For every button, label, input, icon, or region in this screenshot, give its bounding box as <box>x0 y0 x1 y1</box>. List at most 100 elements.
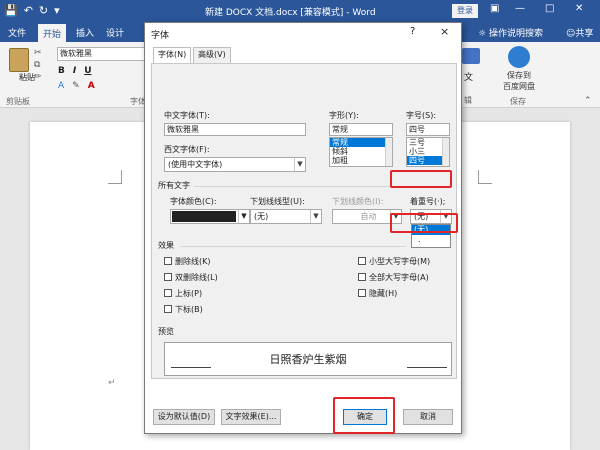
tab-insert[interactable]: 插入 <box>76 26 94 39</box>
undo-icon[interactable]: ↶ <box>24 3 33 19</box>
quick-access-toolbar: 💾 ↶ ↻ ▾ <box>4 3 60 19</box>
font-tab-panel: 中文字体(T): 微软雅黑 西文字体(F): (使用中文字体) ▼ 字形(Y):… <box>151 63 457 379</box>
cn-font-label: 中文字体(T): <box>164 111 210 120</box>
font-dialog: 字体 ? × 字体(N) 高级(V) 中文字体(T): 微软雅黑 西文字体(F)… <box>144 22 462 434</box>
divider <box>180 246 406 247</box>
size-listbox[interactable]: 三号 小三 四号 <box>406 137 450 167</box>
cut-icon[interactable]: ✂ <box>34 48 42 58</box>
tab-home[interactable]: 开始 <box>38 24 67 42</box>
superscript-checkbox[interactable]: 上标(P) <box>164 288 202 299</box>
underline-type-label: 下划线线型(U): <box>250 197 305 206</box>
clipboard-group-label: 剪贴板 <box>6 97 30 106</box>
chevron-down-icon: ▼ <box>440 210 451 223</box>
set-default-button[interactable]: 设为默认值(D) <box>153 409 215 425</box>
window-title: 新建 DOCX 文档.docx [兼容模式] - Word <box>205 8 376 18</box>
redo-icon[interactable]: ↻ <box>39 3 48 19</box>
copy-icon[interactable]: ⧉ <box>34 60 42 70</box>
highlight-icon[interactable]: ✎ <box>72 81 80 91</box>
emphasis-dropdown[interactable]: (无) ▼ <box>410 209 452 224</box>
style-label: 字形(Y): <box>329 111 359 120</box>
list-item[interactable]: 倾斜 <box>330 147 392 156</box>
all-caps-checkbox[interactable]: 全部大写字母(A) <box>358 272 429 283</box>
tab-file[interactable]: 文件 <box>8 26 26 39</box>
preview-section-label: 预览 <box>158 327 174 336</box>
close-window-icon[interactable]: ✕ <box>575 3 583 14</box>
underline-color-label: 下划线颜色(I): <box>332 197 384 206</box>
maximize-icon[interactable]: □ <box>545 3 554 14</box>
underline-icon[interactable]: U <box>84 66 91 76</box>
collapse-ribbon-icon[interactable]: ⌃ <box>584 96 592 106</box>
find-icon[interactable] <box>462 48 480 64</box>
style-listbox[interactable]: 常规 倾斜 加粗 <box>329 137 393 167</box>
cancel-button[interactable]: 取消 <box>403 409 453 425</box>
tab-design[interactable]: 设计 <box>106 26 124 39</box>
list-item[interactable]: . <box>412 235 450 245</box>
chevron-down-icon: ▼ <box>310 210 321 223</box>
size-label: 字号(S): <box>406 111 437 120</box>
clipboard-icon <box>9 48 29 72</box>
login-button[interactable]: 登录 <box>452 4 478 18</box>
all-text-section-label: 所有文字 <box>158 181 190 190</box>
dialog-close-button[interactable]: × <box>440 25 449 38</box>
crop-mark <box>478 170 492 184</box>
baidu-cloud-icon[interactable] <box>508 46 530 68</box>
editing-group-fragment: 辑 <box>464 96 472 105</box>
font-color-icon[interactable]: A <box>88 81 95 91</box>
customize-qat-icon[interactable]: ▾ <box>54 3 60 19</box>
dialog-title: 字体 <box>151 31 170 41</box>
underline-color-dropdown: 自动 ▼ <box>332 209 402 224</box>
format-buttons-row2: A ✎ A <box>58 81 95 91</box>
preview-text: 日照香炉生紫烟 <box>269 353 347 366</box>
text-effects-button[interactable]: 文字效果(E)... <box>221 409 281 425</box>
text-effects-icon[interactable]: A <box>58 81 64 91</box>
emphasis-label: 着重号(·); <box>410 197 446 206</box>
save-to-cloud-label[interactable]: 保存到 百度网盘 <box>496 70 542 92</box>
share-button[interactable]: ☺共享 <box>566 26 593 39</box>
save-icon[interactable]: 💾 <box>4 3 18 19</box>
tell-me-search[interactable]: ☼ 操作说明搜索 <box>478 26 543 39</box>
ribbon-display-icon[interactable]: ▣ <box>490 3 499 14</box>
emphasis-options-popup: (无) . <box>411 224 451 248</box>
help-button[interactable]: ? <box>410 26 415 37</box>
west-font-label: 西文字体(F): <box>164 145 210 154</box>
chevron-down-icon: ▼ <box>238 210 249 223</box>
strikethrough-checkbox[interactable]: 删除线(K) <box>164 256 211 267</box>
list-item[interactable]: 常规 <box>330 138 392 147</box>
effects-section-label: 效果 <box>158 241 174 250</box>
preview-line <box>407 367 447 368</box>
list-item[interactable]: (无) <box>412 225 450 235</box>
editing-label-fragment: 文 <box>464 73 474 83</box>
font-color-dropdown[interactable]: ▼ <box>170 209 250 224</box>
lightbulb-icon: ☼ <box>478 29 489 39</box>
bold-icon[interactable]: B <box>58 66 65 76</box>
clipboard-tools: ✂ ⧉ ✏ <box>34 48 42 82</box>
hidden-checkbox[interactable]: 隐藏(H) <box>358 288 397 299</box>
save-group-label: 保存 <box>510 97 526 106</box>
chevron-down-icon: ▼ <box>294 158 305 171</box>
format-painter-icon[interactable]: ✏ <box>34 72 42 82</box>
double-strikethrough-checkbox[interactable]: 双删除线(L) <box>164 272 218 283</box>
ok-button[interactable]: 确定 <box>343 409 387 425</box>
chevron-down-icon: ▼ <box>390 210 401 223</box>
preview-box: 日照香炉生紫烟 <box>164 342 452 376</box>
font-color-label: 字体颜色(C): <box>170 197 217 206</box>
person-icon: ☺ <box>566 29 576 39</box>
font-name-box[interactable]: 微软雅黑 <box>57 47 145 61</box>
list-item[interactable]: 加粗 <box>330 156 392 165</box>
tab-advanced[interactable]: 高级(V) <box>193 47 231 63</box>
tab-font[interactable]: 字体(N) <box>153 47 192 64</box>
scrollbar[interactable] <box>442 138 449 166</box>
underline-type-dropdown[interactable]: (无) ▼ <box>250 209 322 224</box>
cn-font-input[interactable]: 微软雅黑 <box>164 123 306 136</box>
paragraph-mark-icon: ↵ <box>108 378 116 388</box>
small-caps-checkbox[interactable]: 小型大写字母(M) <box>358 256 430 267</box>
west-font-dropdown[interactable]: (使用中文字体) ▼ <box>164 157 306 172</box>
size-input[interactable]: 四号 <box>406 123 450 136</box>
scrollbar[interactable] <box>385 138 392 166</box>
minimize-icon[interactable]: — <box>515 3 525 14</box>
format-buttons: B I U <box>58 66 92 76</box>
paste-button[interactable]: 粘贴 <box>6 48 35 82</box>
subscript-checkbox[interactable]: 下标(B) <box>164 304 203 315</box>
italic-icon[interactable]: I <box>73 66 76 76</box>
style-input[interactable]: 常规 <box>329 123 393 136</box>
